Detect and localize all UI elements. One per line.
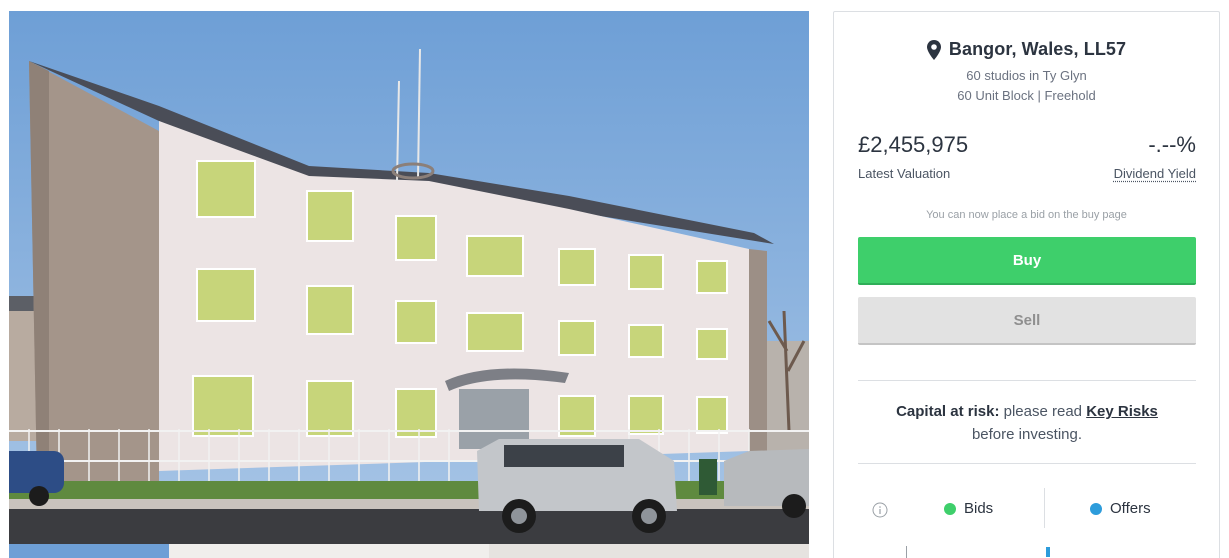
key-risks-link[interactable]: Key Risks: [1086, 403, 1158, 420]
bid-note: You can now place a bid on the buy page: [834, 209, 1219, 221]
orderbook-axis: [906, 546, 907, 558]
legend-separator: [1044, 488, 1045, 528]
divider: [858, 380, 1196, 381]
map-pin-icon: [927, 40, 941, 60]
location-header: Bangor, Wales, LL57: [834, 39, 1219, 60]
buy-button[interactable]: Buy: [858, 237, 1196, 285]
photo-thumbnail[interactable]: [9, 544, 169, 558]
investment-panel: Bangor, Wales, LL57 60 studios in Ty Gly…: [833, 11, 1220, 558]
location-title: Bangor, Wales, LL57: [949, 39, 1126, 60]
divider: [858, 463, 1196, 464]
valuation-value: £2,455,975: [858, 132, 968, 158]
bids-label: Bids: [964, 500, 993, 517]
listing-details: 60 Unit Block | Freehold: [834, 88, 1219, 103]
valuation-label: Latest Valuation: [858, 166, 950, 181]
info-icon[interactable]: [872, 502, 888, 518]
photo-thumbnail-strip: [9, 544, 809, 558]
risk-prefix: Capital at risk:: [896, 403, 999, 420]
photo-thumbnail[interactable]: [489, 544, 809, 558]
property-photo[interactable]: [9, 11, 809, 544]
offers-legend[interactable]: Offers: [1090, 500, 1151, 517]
bids-dot: [944, 503, 956, 515]
risk-text: please read: [999, 403, 1086, 420]
risk-suffix: before investing.: [972, 426, 1082, 443]
orderbook-offer-bar: [1046, 547, 1050, 557]
capital-risk-notice: Capital at risk: please read Key Risks b…: [874, 400, 1180, 446]
offers-dot: [1090, 503, 1102, 515]
sell-button[interactable]: Sell: [858, 297, 1196, 345]
listing-subtitle: 60 studios in Ty Glyn: [834, 68, 1219, 83]
dividend-yield-label[interactable]: Dividend Yield: [1114, 166, 1196, 181]
property-page: Bangor, Wales, LL57 60 studios in Ty Gly…: [0, 0, 1229, 558]
dividend-yield-value: -.--%: [1148, 132, 1196, 158]
offers-label: Offers: [1110, 500, 1151, 517]
bids-legend[interactable]: Bids: [944, 500, 993, 517]
photo-thumbnail[interactable]: [169, 544, 489, 558]
